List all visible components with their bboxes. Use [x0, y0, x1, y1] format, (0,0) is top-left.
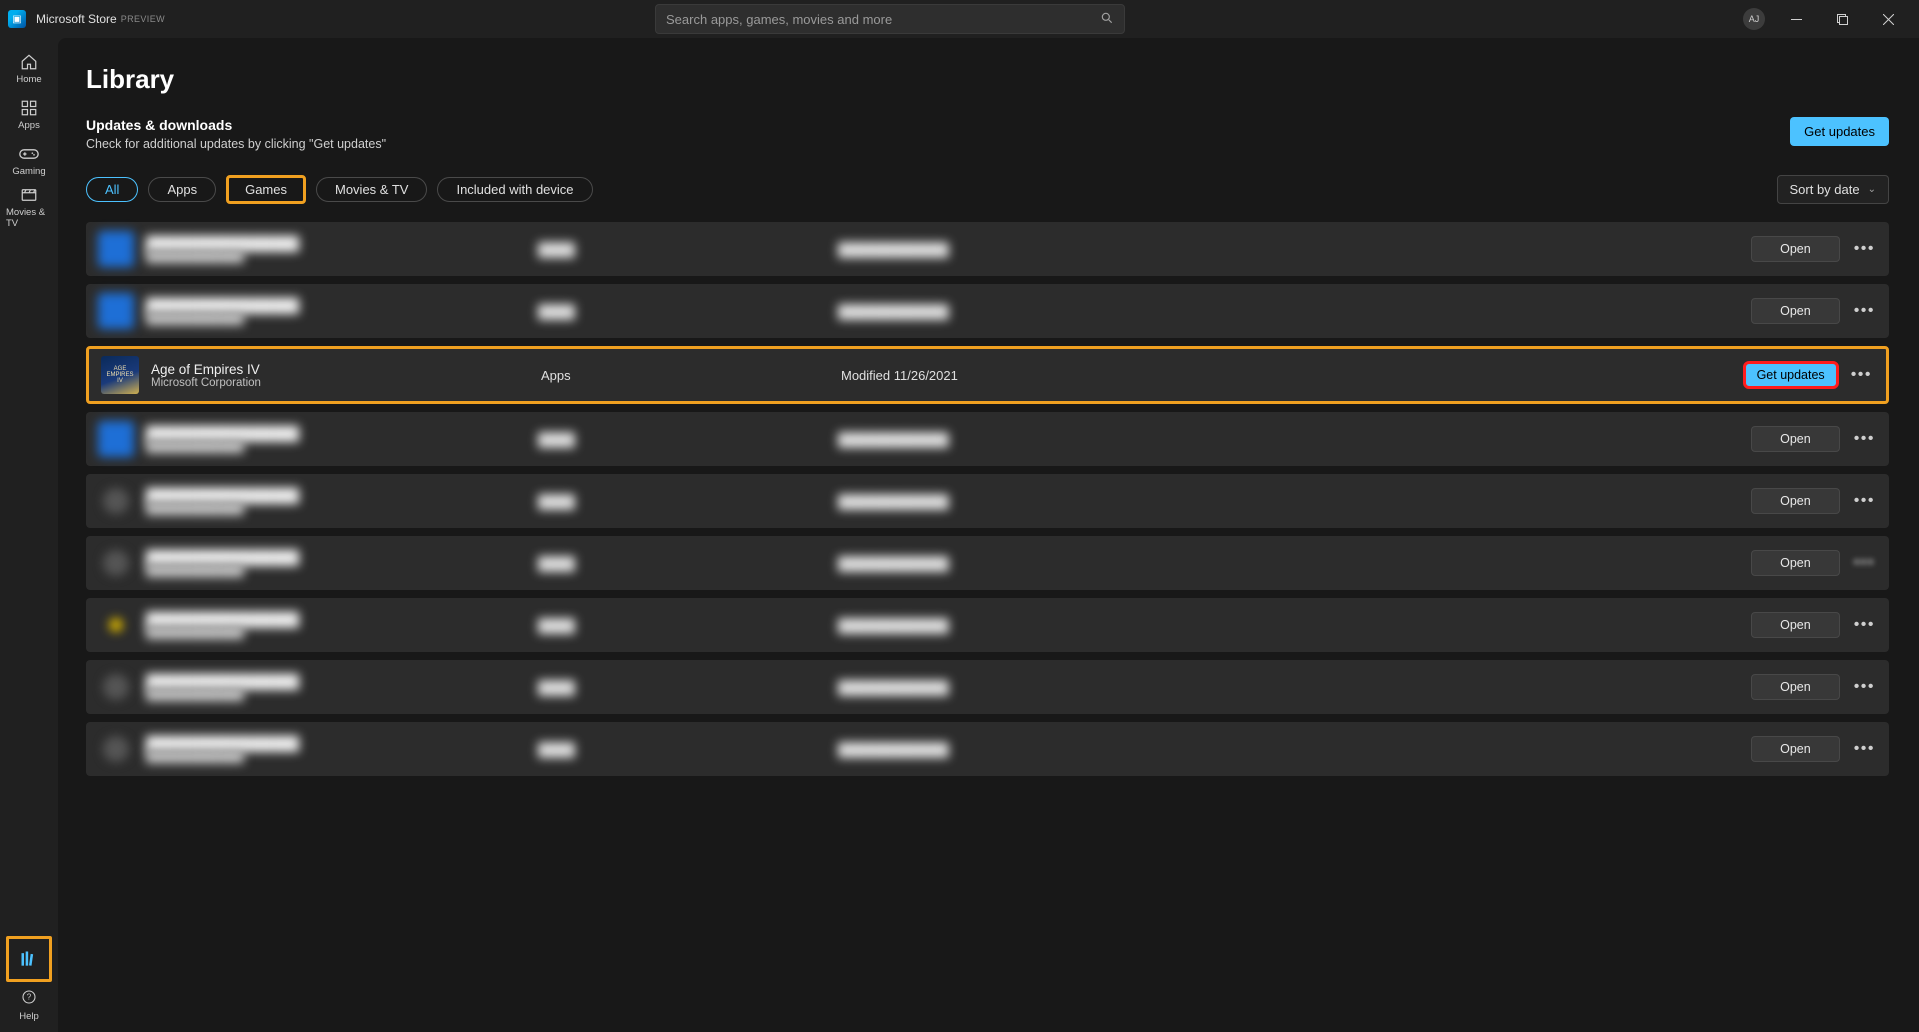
filter-apps[interactable]: Apps: [148, 177, 216, 202]
more-icon[interactable]: •••: [1852, 302, 1877, 320]
sort-dropdown[interactable]: Sort by date ⌄: [1777, 175, 1890, 204]
open-button[interactable]: Open: [1751, 488, 1840, 514]
user-avatar[interactable]: AJ: [1743, 8, 1765, 30]
nav-gaming[interactable]: Gaming: [6, 138, 52, 184]
section-subtitle: Check for additional updates by clicking…: [86, 137, 386, 151]
list-item[interactable]: ████████████████ ████████████ ████ █████…: [86, 722, 1889, 776]
open-button[interactable]: Open: [1751, 612, 1840, 638]
open-button[interactable]: Open: [1751, 674, 1840, 700]
app-thumbnail: [103, 550, 129, 576]
home-icon: [20, 53, 38, 71]
nav-movies-tv[interactable]: Movies & TV: [6, 184, 52, 230]
search-icon: [1100, 11, 1114, 28]
svg-text:?: ?: [27, 992, 32, 1001]
window-close-button[interactable]: [1865, 4, 1911, 34]
app-thumbnail: [109, 618, 123, 632]
row-modified: Modified 11/26/2021: [841, 368, 1261, 383]
list-item[interactable]: ████████████████ ████████████ ████ █████…: [86, 598, 1889, 652]
sort-label: Sort by date: [1790, 182, 1860, 197]
list-item[interactable]: ████████████████ ████████████ ████ █████…: [86, 474, 1889, 528]
row-type: Apps: [541, 368, 841, 383]
filter-row: All Apps Games Movies & TV Included with…: [86, 175, 1889, 204]
nav-library[interactable]: [6, 936, 52, 982]
list-item[interactable]: ████████████████ ████████████ ████ █████…: [86, 412, 1889, 466]
open-button[interactable]: Open: [1751, 298, 1840, 324]
more-icon[interactable]: •••: [1852, 430, 1877, 448]
store-app-icon: ▣: [8, 10, 26, 28]
app-thumbnail: [103, 488, 129, 514]
app-thumbnail: [98, 421, 134, 457]
chevron-down-icon: ⌄: [1868, 184, 1876, 195]
list-item[interactable]: ████████████████ ████████████ ████ █████…: [86, 536, 1889, 590]
main-content: Library Updates & downloads Check for ad…: [58, 38, 1919, 1032]
nav-help[interactable]: ? Help: [6, 982, 52, 1028]
page-title: Library: [86, 64, 1889, 95]
app-thumbnail: [103, 674, 129, 700]
nav-apps[interactable]: Apps: [6, 92, 52, 138]
more-icon[interactable]: •••: [1852, 616, 1877, 634]
gaming-icon: [19, 145, 39, 163]
more-icon[interactable]: •••: [1852, 740, 1877, 758]
window-minimize-button[interactable]: [1773, 4, 1819, 34]
get-updates-button[interactable]: Get updates: [1790, 117, 1889, 146]
apps-icon: [20, 99, 38, 117]
list-item[interactable]: ████████████████ ████████████ ████ █████…: [86, 222, 1889, 276]
section-title: Updates & downloads: [86, 117, 386, 133]
library-list: ████████████████ ████████████ ████ █████…: [86, 222, 1889, 776]
app-thumbnail: [98, 293, 134, 329]
list-item[interactable]: ████████████████ ████████████ ████ █████…: [86, 284, 1889, 338]
filter-all[interactable]: All: [86, 177, 138, 202]
app-thumbnail: AGEEMPIRESIV: [101, 356, 139, 394]
open-button[interactable]: Open: [1751, 550, 1840, 576]
help-icon: ?: [21, 989, 37, 1008]
more-icon[interactable]: •••: [1852, 554, 1877, 572]
row-publisher: Microsoft Corporation: [151, 377, 261, 389]
sidebar: Home Apps Gaming Movies & TV ?: [0, 38, 58, 1032]
more-icon[interactable]: •••: [1852, 492, 1877, 510]
more-icon[interactable]: •••: [1852, 240, 1877, 258]
list-item[interactable]: ████████████████ ████████████ ████ █████…: [86, 660, 1889, 714]
app-thumbnail: [98, 231, 134, 267]
open-button[interactable]: Open: [1751, 736, 1840, 762]
window-maximize-button[interactable]: [1819, 4, 1865, 34]
filter-included[interactable]: Included with device: [437, 177, 592, 202]
titlebar: ▣ Microsoft Store PREVIEW Search apps, g…: [0, 0, 1919, 38]
nav-home[interactable]: Home: [6, 46, 52, 92]
search-input[interactable]: Search apps, games, movies and more: [655, 4, 1125, 34]
preview-badge: PREVIEW: [121, 14, 165, 24]
filter-movies-tv[interactable]: Movies & TV: [316, 177, 427, 202]
open-button[interactable]: Open: [1751, 426, 1840, 452]
more-icon[interactable]: •••: [1849, 366, 1874, 384]
open-button[interactable]: Open: [1751, 236, 1840, 262]
row-title: Age of Empires IV: [151, 362, 261, 377]
movies-icon: [20, 186, 38, 204]
app-title: Microsoft Store: [36, 12, 117, 26]
app-thumbnail: [103, 736, 129, 762]
list-item-age-of-empires-iv[interactable]: AGEEMPIRESIV Age of Empires IV Microsoft…: [86, 346, 1889, 404]
more-icon[interactable]: •••: [1852, 678, 1877, 696]
search-placeholder: Search apps, games, movies and more: [666, 12, 1100, 27]
filter-games[interactable]: Games: [226, 175, 306, 204]
row-get-updates-button[interactable]: Get updates: [1745, 363, 1837, 387]
